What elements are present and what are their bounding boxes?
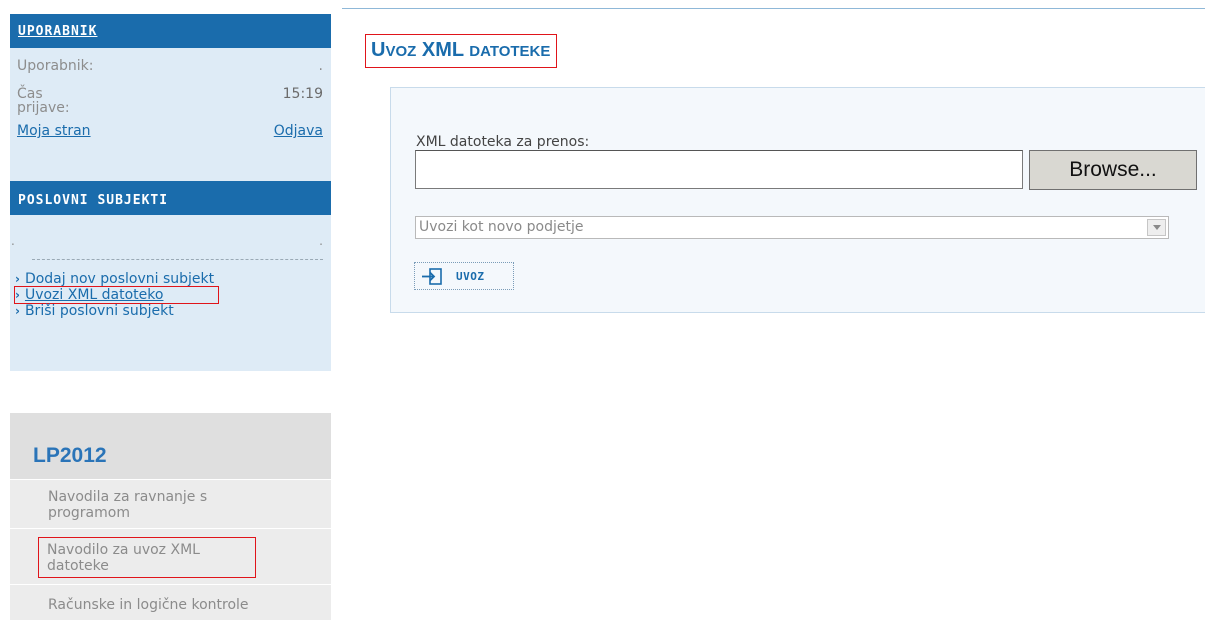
chevron-right-icon: › — [15, 288, 20, 302]
lp-item-label-line1: Računske in logične kontrole — [48, 597, 249, 613]
business-subjects-box: POSLOVNI SUBJEKTI . . › Dodaj nov poslovn… — [10, 181, 331, 371]
user-label: Uporabnik: — [17, 58, 94, 74]
lp2012-title: LP2012 — [10, 413, 331, 479]
import-xml-label: Uvozi XML datoteko — [24, 287, 164, 303]
chevron-right-icon: › — [15, 304, 20, 318]
lp-item-program-guide[interactable]: Navodila za ravnanje s programom — [10, 479, 331, 528]
login-time-row: Čas prijave: 15:19 — [10, 74, 331, 115]
user-links-row: Moja stran Odjava — [10, 115, 331, 139]
my-page-link[interactable]: Moja stran — [17, 123, 91, 139]
user-box-title: UPORABNIK — [18, 24, 98, 39]
login-time-value: 15:19 — [282, 86, 323, 102]
import-xml-highlight: › Uvozi XML datoteko — [14, 286, 219, 304]
page-title-initial: U — [371, 39, 386, 61]
user-row: Uporabnik: . — [10, 48, 331, 74]
import-xml-link[interactable]: › Uvozi XML datoteko — [10, 286, 331, 304]
add-subject-label: Dodaj nov poslovni subjekt — [24, 271, 215, 287]
lp-item-checks[interactable]: Računske in logične kontrole — [10, 584, 331, 620]
lp-item-label-line2: programom — [48, 505, 130, 521]
user-box: UPORABNIK Uporabnik: . Čas prijave: 15:1… — [10, 14, 331, 181]
delete-subject-label: Briši poslovni subjekt — [24, 303, 174, 319]
logout-link[interactable]: Odjava — [274, 123, 323, 139]
user-value: . — [318, 58, 323, 74]
lp-item-xml-import-guide[interactable]: Navodilo za uvoz XML datoteke — [10, 528, 331, 584]
delete-subject-link[interactable]: › Briši poslovni subjekt — [10, 303, 331, 319]
lp-item-label-line1: Navodilo za uvoz XML — [47, 542, 200, 558]
page-title-smallcaps-1: VOZ — [385, 43, 417, 60]
lp2012-box: LP2012 Navodila za ravnanje s programom … — [10, 413, 331, 620]
import-mode-select[interactable]: Uvozi kot novo podjetje — [415, 216, 1169, 239]
business-subjects-header: POSLOVNI SUBJEKTI — [10, 181, 331, 215]
subjects-action-list: › Dodaj nov poslovni subjekt › Uvozi XML d… — [10, 261, 331, 319]
login-time-label-line2: prijave: — [17, 100, 70, 116]
add-subject-link[interactable]: › Dodaj nov poslovni subjekt — [10, 271, 331, 287]
page-title: UVOZ XML DATOTEKE — [365, 34, 558, 68]
top-divider — [342, 8, 1205, 9]
subjects-placeholder-row: . . — [10, 215, 331, 259]
login-time-label: Čas prijave: — [17, 86, 70, 115]
browse-button[interactable]: Browse... — [1029, 150, 1197, 190]
lp-item-label-line1: Navodila za ravnanje s — [48, 489, 208, 505]
import-button[interactable]: UVOZ — [414, 262, 514, 290]
chevron-down-icon[interactable] — [1147, 219, 1166, 236]
chevron-right-icon: › — [15, 272, 20, 286]
file-field-label: XML datoteka za prenos: — [416, 134, 590, 150]
import-mode-value: Uvozi kot novo podjetje — [419, 219, 584, 235]
subjects-dot-left: . — [11, 234, 15, 248]
subjects-dot-right: . — [319, 234, 323, 248]
sidebar: UPORABNIK Uporabnik: . Čas prijave: 15:1… — [10, 14, 331, 620]
lp-item-label-line2: datoteke — [47, 558, 109, 574]
import-form-panel: XML datoteka za prenos: Browse... Uvozi … — [390, 87, 1205, 313]
import-icon — [422, 267, 442, 285]
file-path-input[interactable] — [415, 150, 1023, 189]
user-box-header: UPORABNIK — [10, 14, 331, 48]
import-button-label: UVOZ — [456, 269, 485, 283]
xml-import-guide-highlight: Navodilo za uvoz XML datoteke — [38, 537, 256, 578]
page-title-smallcaps-2: DATOTEKE — [469, 43, 551, 60]
page-title-xml: XML — [416, 39, 470, 61]
